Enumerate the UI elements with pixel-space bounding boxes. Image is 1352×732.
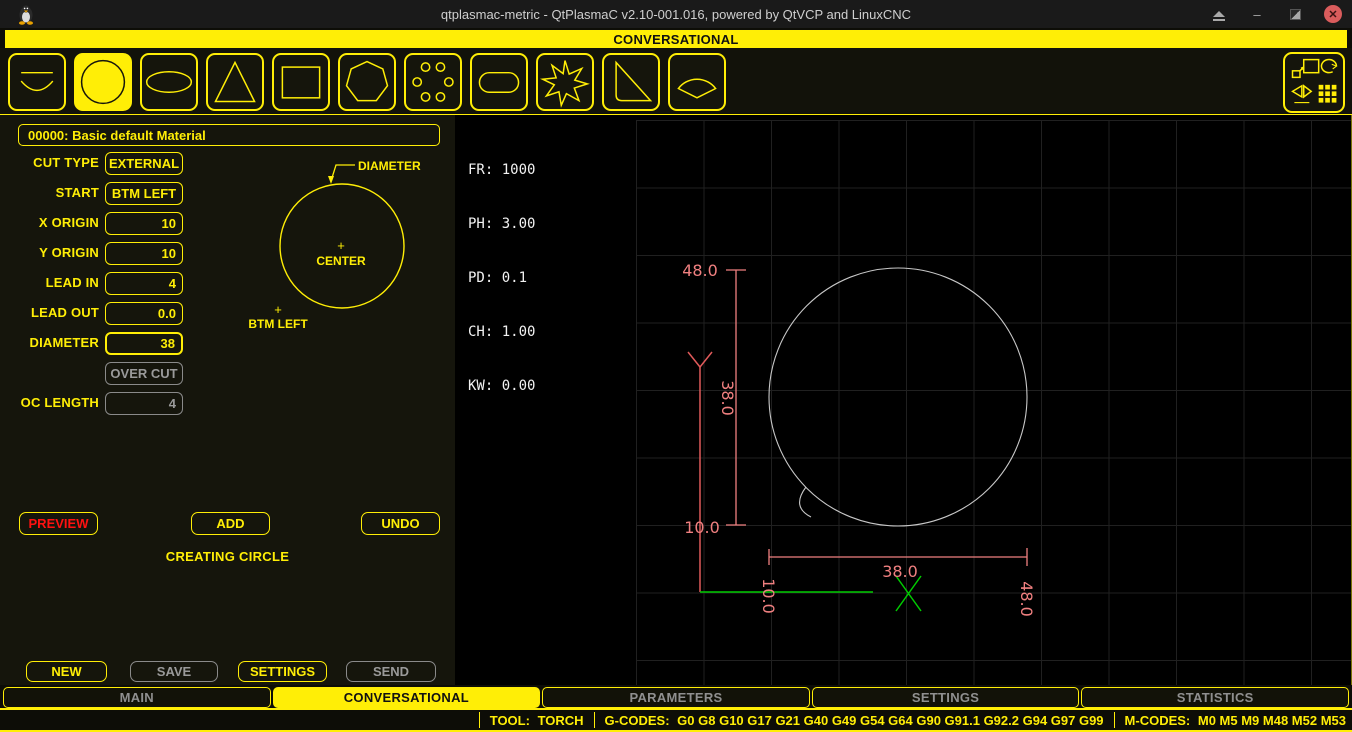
mcodes-label: M-CODES:	[1125, 713, 1191, 728]
gcode-preview-panel[interactable]: FR: 1000 PH: 3.00 PD: 0.1 CH: 1.00 KW: 0…	[455, 115, 1352, 685]
y-origin-input[interactable]	[105, 242, 183, 265]
lead-out-input[interactable]	[105, 302, 183, 325]
shape-gusset-button[interactable]	[602, 53, 660, 111]
array-icon	[1319, 85, 1337, 103]
settings-button[interactable]: SETTINGS	[238, 661, 327, 682]
gcodes-label: G-CODES:	[605, 713, 670, 728]
maximize-icon	[1290, 9, 1301, 20]
preview-drawing: 48.0 10.0 38.0 38.0 10.0 48.0	[455, 115, 1352, 685]
shape-bolt-circle-button[interactable]	[404, 53, 462, 111]
shape-circle-button[interactable]	[74, 53, 132, 111]
tab-settings[interactable]: SETTINGS	[812, 687, 1080, 708]
x-origin-input[interactable]	[105, 212, 183, 235]
window-title: qtplasmac-metric - QtPlasmaC v2.10-001.0…	[0, 7, 1352, 22]
send-button[interactable]: SEND	[346, 661, 436, 682]
status-separator	[479, 712, 480, 728]
diagram-diameter-label: DIAMETER	[358, 159, 421, 173]
dim-y-span: 38.0	[718, 380, 737, 416]
diameter-label: DIAMETER	[0, 335, 99, 350]
qtplasmac-window: qtplasmac-metric - QtPlasmaC v2.10-001.0…	[0, 0, 1352, 732]
bolt-circle-icon	[406, 55, 460, 109]
tool-value: TORCH	[538, 713, 584, 728]
diagram-center-plus: +	[337, 238, 345, 253]
mirror-icon	[1293, 86, 1312, 103]
rotate-icon	[1321, 60, 1336, 73]
diagram-btmleft-plus: +	[274, 302, 282, 317]
tab-parameters[interactable]: PARAMETERS	[542, 687, 810, 708]
shade-icon	[1213, 11, 1225, 17]
tab-main[interactable]: MAIN	[3, 687, 271, 708]
status-separator	[594, 712, 595, 728]
mcodes-value: M0 M5 M9 M48 M52 M53	[1198, 713, 1346, 728]
cut-type-label: CUT TYPE	[0, 155, 99, 170]
shape-ellipse-button[interactable]	[140, 53, 198, 111]
start-label: START	[0, 185, 99, 200]
dim-x-span: 38.0	[882, 562, 918, 581]
x-axis-marker	[700, 576, 921, 611]
status-bar: TOOL: TORCH G-CODES: G0 G8 G10 G17 G21 G…	[0, 708, 1352, 732]
diagram-btmleft-label: BTM LEFT	[248, 317, 308, 331]
shape-rectangle-button[interactable]	[272, 53, 330, 111]
sector-icon	[670, 55, 724, 109]
lead-in-input[interactable]	[105, 272, 183, 295]
new-button[interactable]: NEW	[26, 661, 107, 682]
conversational-input-panel: 00000: Basic default Material CUT TYPE E…	[0, 115, 455, 685]
circle-icon	[76, 55, 130, 109]
polygon-icon	[340, 55, 394, 109]
star-icon	[538, 55, 592, 109]
shape-toolbar	[0, 48, 1352, 115]
shape-utilities-button[interactable]	[1283, 52, 1345, 113]
conversational-banner: CONVERSATIONAL	[5, 30, 1347, 48]
dim-y-top: 48.0	[682, 261, 718, 280]
dim-x-left: 10.0	[759, 578, 778, 614]
maximize-button[interactable]	[1286, 5, 1304, 23]
oc-length-input[interactable]	[105, 392, 183, 415]
gusset-icon	[604, 55, 658, 109]
title-bar: qtplasmac-metric - QtPlasmaC v2.10-001.0…	[0, 0, 1352, 28]
preview-button[interactable]: PREVIEW	[19, 512, 98, 535]
close-button[interactable]: ✕	[1324, 5, 1342, 23]
over-cut-button[interactable]: OVER CUT	[105, 362, 183, 385]
dim-y-bottom: 10.0	[684, 518, 720, 537]
minimize-button[interactable]: –	[1248, 5, 1266, 23]
slot-icon	[472, 55, 526, 109]
start-button[interactable]: BTM LEFT	[105, 182, 183, 205]
circle-help-diagram: DIAMETER + CENTER + BTM LEFT	[238, 148, 453, 360]
creating-status-text: CREATING CIRCLE	[0, 549, 455, 564]
scale-icon	[1293, 60, 1319, 78]
tab-conversational[interactable]: CONVERSATIONAL	[273, 687, 541, 708]
oc-length-label: OC LENGTH	[0, 395, 99, 410]
status-separator	[1114, 712, 1115, 728]
save-button[interactable]: SAVE	[130, 661, 218, 682]
main-tab-bar: MAIN CONVERSATIONAL PARAMETERS SETTINGS …	[0, 687, 1352, 708]
lines-icon	[10, 55, 64, 109]
cut-type-button[interactable]: EXTERNAL	[105, 152, 183, 175]
shape-slot-button[interactable]	[470, 53, 528, 111]
material-select[interactable]: 00000: Basic default Material	[18, 124, 440, 146]
tool-label: TOOL:	[490, 713, 530, 728]
lead-in-arc	[800, 487, 811, 517]
x-origin-label: X ORIGIN	[0, 215, 99, 230]
undo-button[interactable]: UNDO	[361, 512, 440, 535]
gcodes-value: G0 G8 G10 G17 G21 G40 G49 G54 G64 G90 G9…	[677, 713, 1103, 728]
shape-sector-button[interactable]	[668, 53, 726, 111]
dim-x-right: 48.0	[1017, 581, 1036, 617]
shape-polygon-button[interactable]	[338, 53, 396, 111]
shape-triangle-button[interactable]	[206, 53, 264, 111]
add-button[interactable]: ADD	[191, 512, 270, 535]
lead-out-label: LEAD OUT	[0, 305, 99, 320]
rectangle-icon	[274, 55, 328, 109]
shape-star-button[interactable]	[536, 53, 594, 111]
shade-button[interactable]	[1210, 5, 1228, 23]
ellipse-icon	[142, 55, 196, 109]
tab-statistics[interactable]: STATISTICS	[1081, 687, 1349, 708]
shape-lines-button[interactable]	[8, 53, 66, 111]
y-axis-marker	[688, 352, 712, 592]
triangle-icon	[208, 55, 262, 109]
cut-path-circle	[769, 268, 1027, 526]
y-origin-label: Y ORIGIN	[0, 245, 99, 260]
diameter-input[interactable]	[105, 332, 183, 355]
diagram-center-label: CENTER	[316, 254, 366, 268]
lead-in-label: LEAD IN	[0, 275, 99, 290]
